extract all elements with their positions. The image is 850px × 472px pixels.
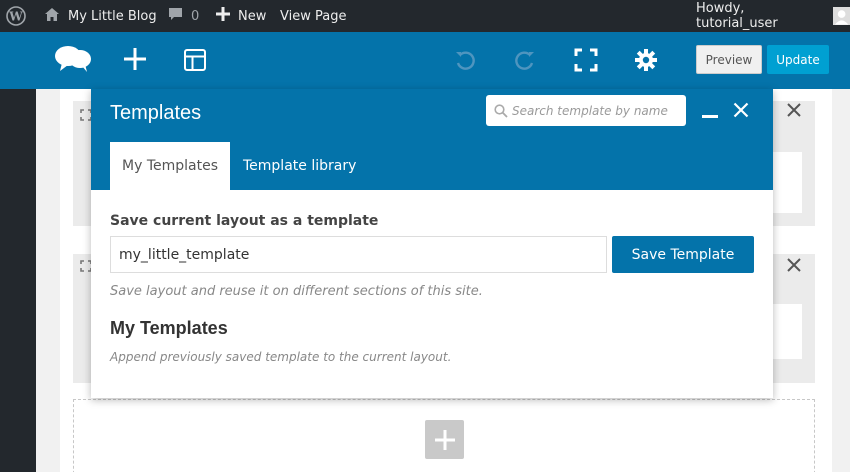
view-page-link[interactable]: View Page (280, 0, 346, 32)
preview-button[interactable]: Preview (696, 45, 762, 74)
my-templates-heading: My Templates (110, 318, 228, 338)
new-label: New (238, 8, 267, 24)
row-column[interactable] (773, 152, 802, 213)
add-element-icon[interactable] (122, 46, 148, 72)
save-template-button[interactable]: Save Template (612, 236, 754, 273)
site-name-link[interactable]: My Little Blog (44, 0, 157, 32)
admin-sidebar-strip (0, 89, 36, 472)
my-templates-hint: Append previously saved template to the … (110, 350, 452, 364)
site-name: My Little Blog (68, 8, 157, 24)
save-section-label: Save current layout as a template (110, 213, 379, 229)
settings-gear-icon[interactable] (633, 47, 659, 73)
builder-logo-icon (54, 44, 92, 74)
home-icon (44, 7, 60, 26)
row-column[interactable] (773, 304, 802, 359)
add-row-plus-icon[interactable] (425, 420, 464, 459)
new-content-link[interactable]: New (216, 0, 266, 32)
comments-count: 0 (191, 8, 200, 24)
row-close-icon[interactable] (786, 102, 802, 123)
comments-link[interactable]: 0 (168, 0, 199, 32)
undo-icon[interactable] (453, 48, 477, 72)
fullscreen-icon[interactable] (573, 47, 599, 73)
my-account-link[interactable]: Howdy, tutorial_user (696, 0, 850, 32)
update-button[interactable]: Update (767, 45, 829, 74)
wordpress-logo-icon[interactable]: W (6, 0, 28, 32)
howdy-text: Howdy, tutorial_user (696, 1, 778, 31)
comment-icon (168, 7, 183, 25)
svg-text:W: W (8, 10, 23, 24)
avatar (832, 7, 850, 25)
save-hint-text: Save layout and reuse it on different se… (110, 284, 483, 299)
admin-bar: W My Little Blog 0 New View Page Howdy, … (0, 0, 850, 32)
plus-icon (216, 7, 230, 25)
redo-icon[interactable] (513, 48, 537, 72)
template-name-input[interactable] (110, 236, 607, 273)
row-close-icon[interactable] (786, 257, 802, 278)
templates-icon[interactable] (182, 47, 208, 73)
